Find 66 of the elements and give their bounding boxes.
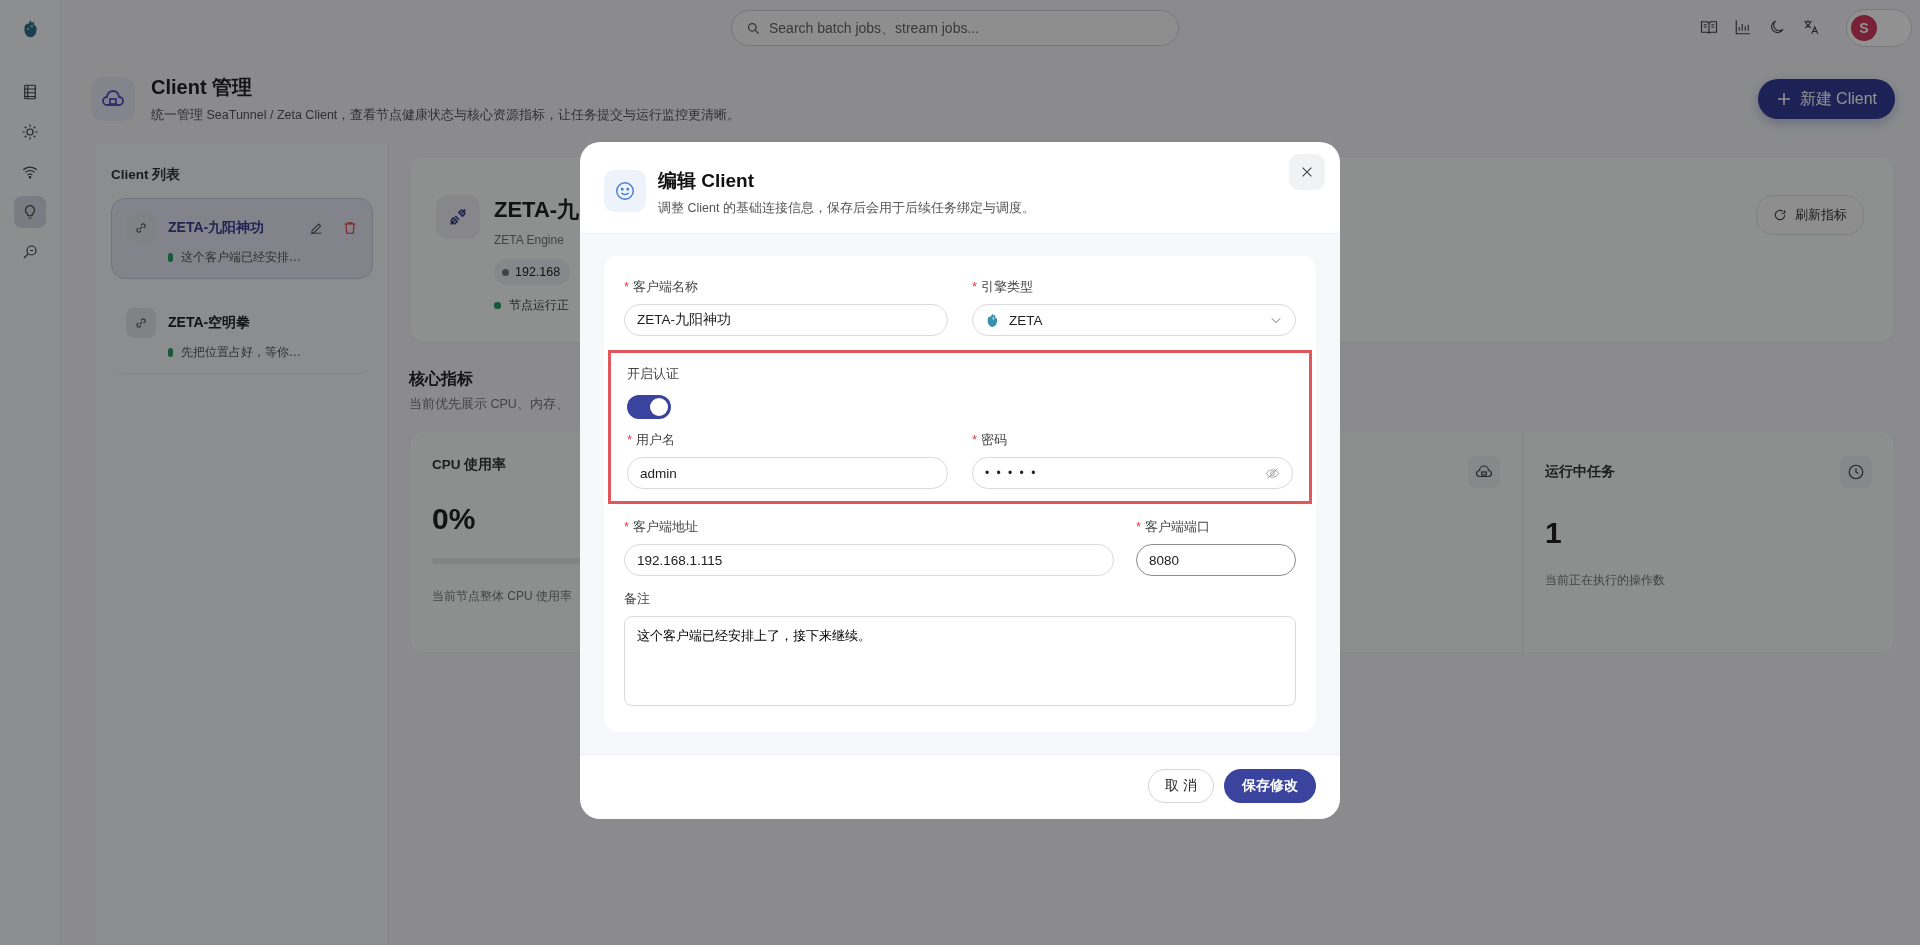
panel-title: Client 列表 (111, 166, 182, 184)
field-label: * 用户名 (627, 431, 676, 449)
engine-select[interactable]: ZETA (972, 304, 1296, 336)
refresh-button[interactable]: 刷新指标 (1756, 195, 1864, 235)
search-icon (21, 243, 39, 261)
client-note: 这个客户端已经安排… (181, 249, 301, 266)
cloud-icon (1468, 456, 1500, 488)
client-name: ZETA-九阳神功 (168, 219, 266, 237)
client-title: ZETA-九 (494, 196, 580, 224)
field-label: * 引擎类型 (972, 278, 1034, 296)
field-label: * 客户端端口 (1136, 518, 1211, 536)
eye-off-icon[interactable] (1265, 465, 1280, 481)
address-input[interactable]: 192.168.1.115 (624, 544, 1114, 576)
field-label: * 密码 (972, 431, 1008, 449)
metric-note: 当前正在执行的操作数 (1545, 572, 1665, 589)
plug-icon (436, 195, 480, 239)
smile-icon (604, 170, 646, 212)
section-subtitle: 当前优先展示 CPU、内存、 (409, 396, 569, 413)
cancel-button[interactable]: 取 消 (1148, 769, 1214, 803)
password-input[interactable]: • • • • • (972, 457, 1293, 489)
name-input[interactable]: ZETA-九阳神功 (624, 304, 948, 336)
link-icon (126, 308, 156, 338)
nav-button[interactable] (14, 196, 46, 228)
new-client-button[interactable]: 新建 Client (1757, 79, 1895, 119)
engine-label: ZETA Engine (494, 233, 564, 247)
client-item[interactable]: ZETA-空明拳 先把位置占好，等你… (111, 293, 373, 374)
remark-textarea[interactable]: 这个客户端已经安排上了，接下来继续。 (624, 616, 1296, 706)
dialog-subtitle: 调整 Client 的基础连接信息，保存后会用于后续任务绑定与调度。 (658, 200, 1035, 217)
section-title: 核心指标 (409, 369, 473, 389)
sun-icon (21, 123, 39, 141)
field-label: * 客户端名称 (624, 278, 699, 296)
search-input[interactable]: Search batch jobs、stream jobs... (767, 19, 1164, 37)
save-button[interactable]: 保存修改 (1224, 769, 1316, 803)
close-button[interactable] (1289, 154, 1325, 190)
plus-icon (1775, 91, 1792, 107)
edit-icon[interactable] (308, 220, 324, 236)
dialog-title: 编辑 Client (658, 169, 756, 193)
search-field[interactable]: Search batch jobs、stream jobs... (731, 10, 1179, 46)
engine-logo-icon (985, 311, 999, 329)
port-input[interactable]: 8080 (1136, 544, 1296, 576)
field-label: * 客户端地址 (624, 518, 699, 536)
metric-title: 运行中任务 (1545, 463, 1615, 481)
client-note: 先把位置占好，等你… (181, 344, 301, 361)
delete-icon[interactable] (342, 220, 358, 236)
link-icon (126, 213, 156, 243)
client-name: ZETA-空明拳 (168, 314, 252, 332)
table-icon (21, 83, 39, 101)
clock-icon (1840, 456, 1872, 488)
field-label: 备注 (624, 590, 651, 608)
avatar: S (1851, 15, 1877, 41)
cloud-icon (91, 77, 135, 121)
page-title: Client 管理 (151, 75, 254, 100)
username-input[interactable]: admin (627, 457, 948, 489)
auth-toggle[interactable] (627, 395, 671, 419)
close-icon (1300, 165, 1314, 179)
refresh-icon (1773, 208, 1787, 222)
address-pill: 192.168 (494, 259, 571, 285)
wifi-icon (21, 163, 39, 181)
field-label: 开启认证 (627, 365, 680, 383)
metric-value: 0% (432, 502, 476, 536)
metric-title: CPU 使用率 (432, 456, 507, 474)
metric-note: 当前节点整体 CPU 使用率 (432, 588, 572, 605)
client-item[interactable]: ZETA-九阳神功 这个客户端已经安排… (111, 198, 373, 279)
metric-value: 1 (1545, 516, 1562, 550)
search-icon (746, 20, 761, 36)
status-text: 节点运行正 (509, 297, 569, 314)
